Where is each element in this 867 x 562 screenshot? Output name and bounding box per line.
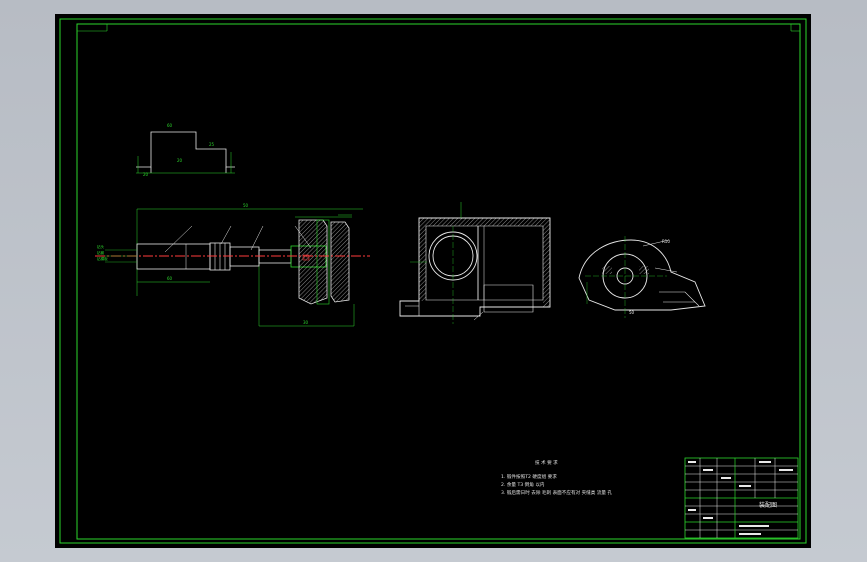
side-hatch	[602, 266, 612, 274]
dim-label: 60	[167, 276, 173, 281]
tech-req-heading: 技 术 要 求	[535, 461, 558, 466]
cad-viewport[interactable]: 60 25 20 20 50 60 30 R10 50 钻头 钻套 钻模板 技 …	[0, 0, 867, 562]
dim-label: 50	[629, 310, 635, 315]
dim-label: 50	[243, 203, 249, 208]
side-view	[578, 236, 706, 318]
part-label-2: 钻套	[97, 251, 105, 255]
dim-label: 25	[209, 142, 215, 147]
section-hatch	[426, 218, 543, 226]
dim-label: 30	[303, 320, 309, 325]
profile-sketch	[136, 131, 235, 174]
drawing-canvas[interactable]: 60 25 20 20 50 60 30 R10 50	[55, 14, 811, 548]
dim-label: R10	[662, 239, 670, 244]
section-hatch	[543, 218, 550, 307]
part-label-1: 钻头	[97, 245, 105, 249]
part-label-3: 钻模板	[97, 257, 108, 261]
outer-frame	[59, 18, 807, 544]
drawing-title: 装配图	[759, 502, 778, 509]
dim-label: 20	[177, 158, 183, 163]
tech-req-item-2: 2. 余量 T3 倒角 以内	[501, 483, 545, 488]
dim-label: 20	[143, 172, 149, 177]
tech-req-item-1: 1. 锻件按照T2 硬度组 要求	[501, 475, 557, 480]
profile-labels: 60 25 20 20	[143, 123, 215, 177]
dim-label: 60	[167, 123, 173, 128]
shaft-assembly: 50 60 30	[95, 203, 370, 327]
tech-req-item-3: 3. 锻后需日时 去除 毛刺 表面不应有对 夹缝类 流量 孔	[501, 491, 613, 496]
drawing-sheet[interactable]: 60 25 20 20 50 60 30 R10 50 钻头 钻套 钻模板 技 …	[55, 14, 811, 548]
side-hatch	[639, 266, 649, 274]
section-hatch	[419, 218, 426, 301]
